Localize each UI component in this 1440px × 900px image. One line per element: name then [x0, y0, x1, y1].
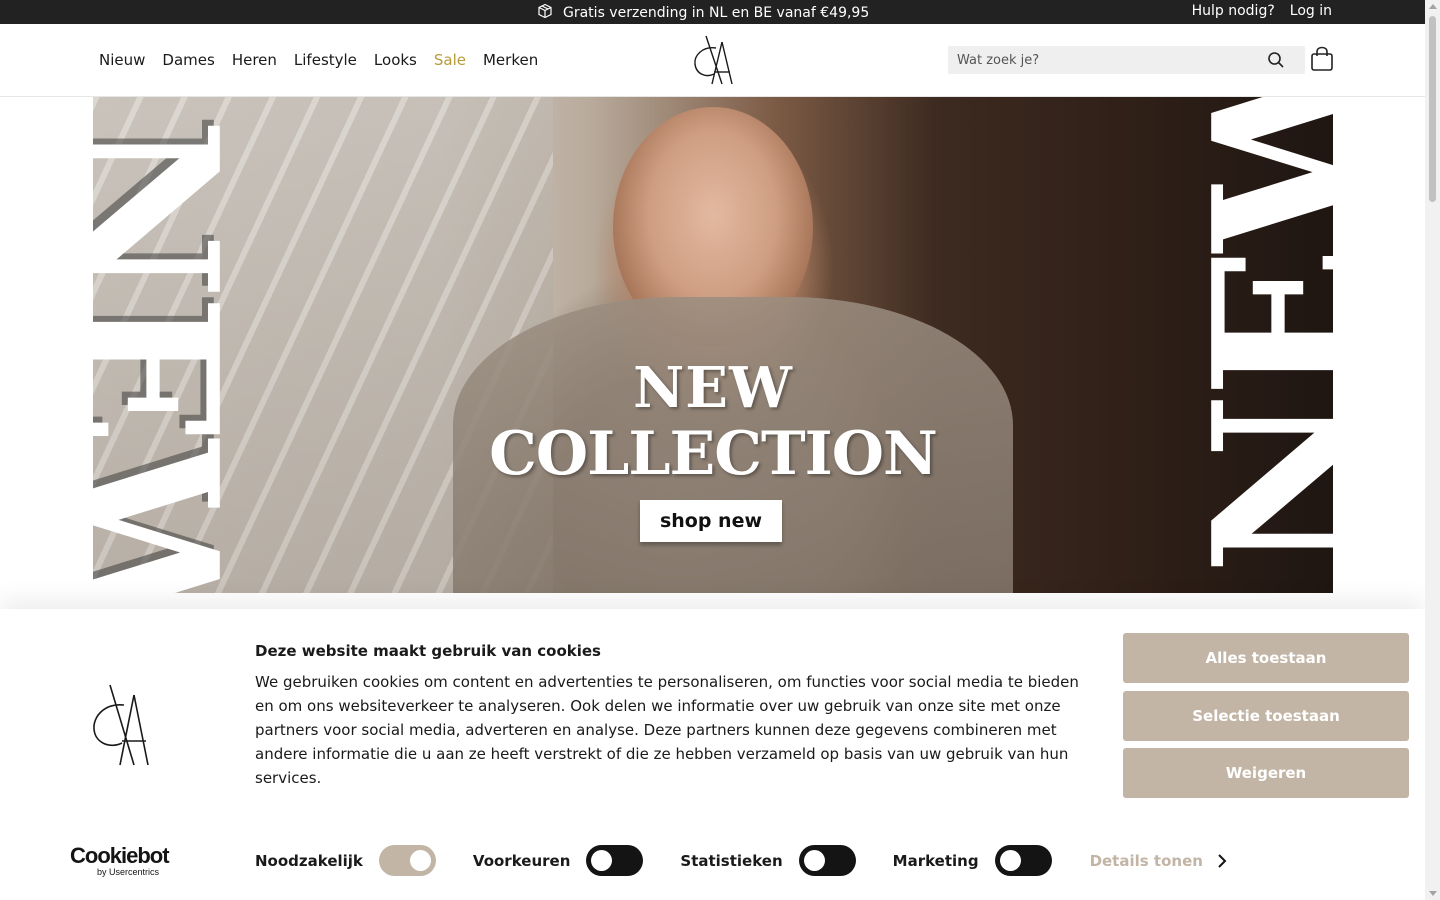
toggle-statistics-switch[interactable]: [798, 845, 856, 876]
shopping-bag-icon[interactable]: [1310, 46, 1334, 72]
shipping-promo-text: Gratis verzending in NL en BE vanaf €49,…: [563, 5, 870, 21]
toggle-necessary-group: Noodzakelijk: [255, 845, 436, 876]
toggle-knob: [803, 850, 825, 871]
cookiebot-brand: Cookiebot: [70, 843, 170, 868]
scroll-down-arrow[interactable]: [1429, 891, 1437, 896]
allow-all-button[interactable]: Alles toestaan: [1123, 633, 1409, 683]
nav-item-sale[interactable]: Sale: [434, 51, 466, 69]
toggle-statistics-group: Statistieken: [680, 845, 856, 876]
nav-item-dames[interactable]: Dames: [162, 51, 214, 69]
page-scrollbar[interactable]: [1425, 0, 1440, 900]
nav-item-heren[interactable]: Heren: [232, 51, 277, 69]
cookie-brand-logo: [90, 681, 152, 769]
scroll-up-arrow[interactable]: [1429, 4, 1437, 9]
cookiebot-logo[interactable]: Cookiebot by Usercentrics: [70, 843, 170, 878]
toggle-statistics-label: Statistieken: [680, 851, 783, 870]
login-link[interactable]: Log in: [1290, 3, 1332, 19]
main-navigation: Nieuw Dames Heren Lifestyle Looks Sale M…: [99, 51, 538, 69]
top-announcement-bar: Gratis verzending in NL en BE vanaf €49,…: [0, 0, 1425, 24]
nav-item-looks[interactable]: Looks: [374, 51, 417, 69]
site-header: Nieuw Dames Heren Lifestyle Looks Sale M…: [0, 24, 1425, 97]
nav-item-nieuw[interactable]: Nieuw: [99, 51, 145, 69]
toggle-preferences-group: Voorkeuren: [472, 845, 644, 876]
allow-selection-button[interactable]: Selectie toestaan: [1123, 691, 1409, 741]
hero-side-word-right: NEW: [1170, 97, 1333, 575]
shop-new-button[interactable]: shop new: [640, 500, 782, 542]
toggle-marketing-label: Marketing: [892, 851, 979, 870]
nav-item-lifestyle[interactable]: Lifestyle: [294, 51, 357, 69]
brand-logo[interactable]: [692, 34, 734, 86]
scrollbar-thumb[interactable]: [1429, 16, 1436, 202]
cookie-title: Deze website maakt gebruik van cookies: [255, 642, 601, 660]
toggle-knob: [409, 850, 431, 871]
hero-banner[interactable]: NEW NEW NEW COLLECTION shop new: [93, 97, 1333, 593]
search-input[interactable]: [948, 52, 1258, 68]
cookie-description: We gebruiken cookies om content en adver…: [255, 673, 1079, 787]
hero-headline-line1: NEW: [633, 355, 793, 421]
toggle-knob: [999, 850, 1021, 871]
package-icon: [537, 3, 553, 23]
cookie-consent-banner: Deze website maakt gebruik van cookies W…: [0, 609, 1425, 900]
cookiebot-brand-sub: by Usercentrics: [97, 867, 160, 877]
cookie-toggles: Noodzakelijk Voorkeuren Statistieken Mar…: [255, 845, 1227, 876]
toggle-preferences-switch[interactable]: [586, 845, 644, 876]
toggle-marketing-group: Marketing: [893, 845, 1052, 876]
hero-headline-line2: COLLECTION: [489, 419, 938, 489]
toggle-necessary-switch[interactable]: [378, 845, 436, 876]
search-bar: [948, 46, 1305, 74]
shipping-promo: Gratis verzending in NL en BE vanaf €49,…: [537, 3, 869, 23]
toggle-preferences-label: Voorkeuren: [472, 851, 571, 870]
search-icon[interactable]: [1267, 51, 1285, 69]
details-label: Details tonen: [1089, 851, 1203, 870]
chevron-right-icon: [1218, 853, 1227, 868]
details-toggle-link[interactable]: Details tonen: [1090, 852, 1227, 870]
deny-button[interactable]: Weigeren: [1123, 748, 1409, 798]
nav-item-merken[interactable]: Merken: [483, 51, 538, 69]
toggle-necessary-label: Noodzakelijk: [255, 851, 363, 870]
toggle-marketing-switch[interactable]: [994, 845, 1052, 876]
help-link[interactable]: Hulp nodig?: [1192, 3, 1275, 19]
toggle-knob: [591, 850, 613, 871]
